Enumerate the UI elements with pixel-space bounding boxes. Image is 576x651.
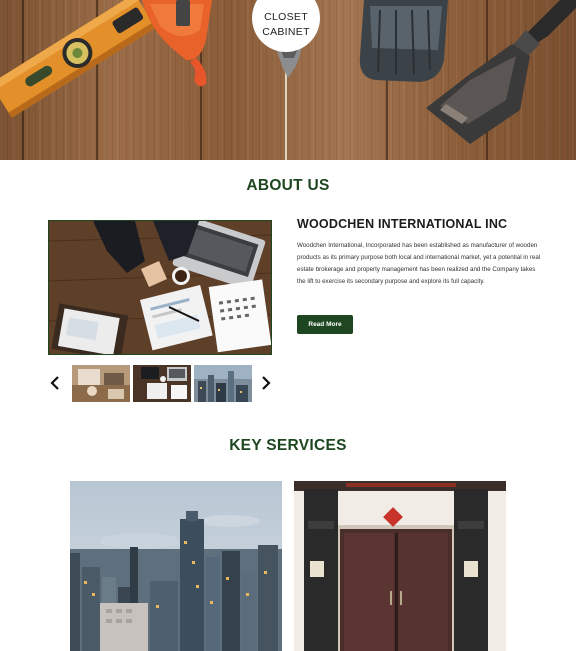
tape-measure-icon [142,0,212,87]
about-heading: ABOUT US [246,177,330,194]
thumbnail-city-image [194,365,252,402]
service-card-city[interactable] [70,481,282,651]
carousel-next-button[interactable] [259,374,273,392]
spirit-level-icon [0,0,156,118]
thumbnail-desk-image [72,365,130,402]
carousel-thumbnail[interactable] [72,365,130,402]
hero-banner: CLOSET CABINET [0,0,576,160]
paint-brush-icon [359,0,448,82]
chevron-left-icon [50,376,59,390]
chisel-icon [276,48,302,78]
paint-scraper-icon [426,0,576,144]
company-name: WOODCHEN INTERNATIONAL INC [297,217,508,231]
read-more-button[interactable]: Read More [297,315,353,334]
brand-line-1: CLOSET [264,11,308,23]
chevron-right-icon [262,376,271,390]
carousel-thumbnail[interactable] [133,365,191,402]
city-skyline-image [70,481,282,651]
carousel-thumbnail[interactable] [194,365,252,402]
services-heading: KEY SERVICES [229,437,347,454]
thumbnail-office-image [133,365,191,402]
desk-workspace-image [49,221,271,354]
about-photo [48,220,272,355]
carousel-prev-button[interactable] [48,374,62,392]
service-card-door[interactable] [294,481,506,651]
wooden-door-image [294,481,506,651]
company-description: Woodchen International, Incorporated has… [297,242,541,285]
brand-line-2: CABINET [262,26,310,38]
